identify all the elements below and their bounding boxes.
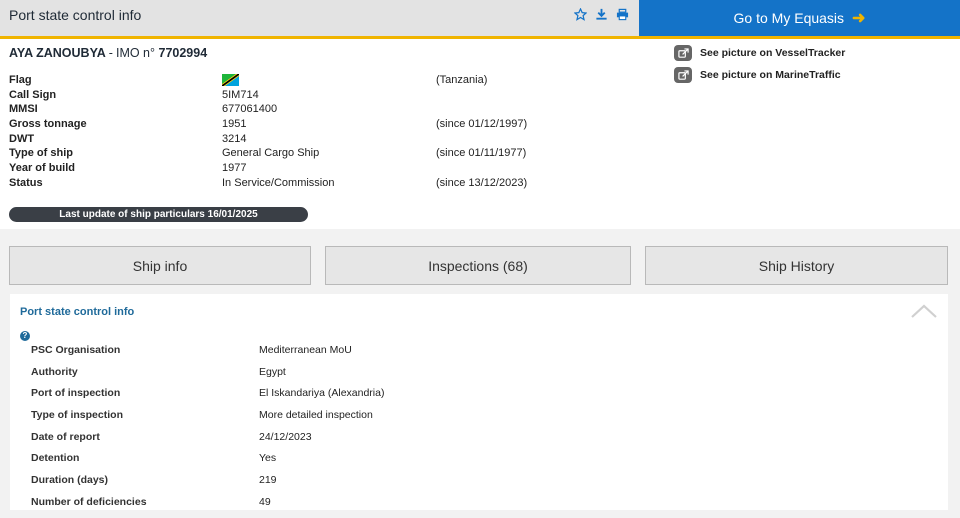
psc-label: Date of report	[31, 430, 100, 443]
psc-label: Duration (days)	[31, 474, 109, 487]
imo-number: 7702994	[158, 46, 208, 60]
detail-label: MMSI	[9, 103, 38, 116]
detail-value: 3214	[222, 132, 247, 145]
psc-label: Detention	[31, 452, 80, 465]
psc-value: 24/12/2023	[259, 430, 312, 443]
tanzania-flag-icon	[222, 74, 239, 87]
ship-name: AYA ZANOUBYA	[9, 46, 106, 60]
detail-label: DWT	[9, 132, 35, 145]
detail-label: Year of build	[9, 162, 76, 175]
psc-value: 49	[259, 495, 271, 508]
detail-since: (since 01/11/1977)	[436, 147, 527, 160]
detail-label: Status	[9, 176, 43, 189]
tab-inspections[interactable]: Inspections (68)	[325, 246, 631, 285]
psc-value: Egypt	[259, 365, 286, 378]
detail-value	[222, 74, 239, 87]
psc-label: Type of inspection	[31, 409, 123, 422]
psc-value: Mediterranean MoU	[259, 344, 352, 356]
go-to-my-equasis-label: Go to My Equasis	[733, 10, 845, 26]
external-link-icon	[674, 45, 692, 61]
last-update-badge: Last update of ship particulars 16/01/20…	[9, 207, 308, 222]
tab-ship-info[interactable]: Ship info	[9, 246, 311, 285]
external-pictures: See picture on VesselTracker See picture…	[674, 43, 845, 87]
psc-label: Authority	[31, 365, 78, 378]
psc-label: PSC Organisation	[31, 344, 121, 356]
detail-since: (Tanzania)	[436, 74, 488, 86]
psc-value: El Iskandariya (Alexandria)	[259, 387, 385, 400]
detail-value: General Cargo Ship	[222, 147, 320, 160]
download-icon[interactable]	[595, 8, 608, 21]
chevron-up-icon[interactable]	[911, 304, 937, 318]
detail-value: In Service/Commission	[222, 176, 335, 189]
go-to-my-equasis-button[interactable]: Go to My Equasis ➜	[639, 0, 960, 36]
external-link-icon	[674, 67, 692, 83]
toolbar-icons	[573, 7, 629, 21]
detail-since: (since 01/12/1997)	[436, 118, 528, 131]
detail-label: Call Sign	[9, 88, 57, 101]
star-icon[interactable]	[573, 7, 588, 21]
psc-value: 219	[259, 474, 277, 487]
psc-info-panel: Port state control info ? PSC Organisati…	[10, 294, 948, 510]
ship-particulars-card: AYA ZANOUBYA - IMO n° 7702994 See picture …	[0, 39, 960, 229]
detail-value: 677061400	[222, 103, 278, 116]
tab-ship-history[interactable]: Ship History	[645, 246, 948, 285]
print-icon[interactable]	[616, 8, 629, 21]
imo-label: IMO n°	[115, 46, 156, 60]
tab-bar: Ship info Inspections (68) Ship History	[0, 246, 960, 286]
ship-heading: AYA ZANOUBYA - IMO n° 7702994	[9, 46, 207, 60]
psc-label: Number of deficiencies	[31, 495, 147, 508]
arrow-right-icon: ➜	[852, 10, 866, 27]
marinetraffic-link[interactable]: See picture on MarineTraffic	[674, 65, 845, 85]
detail-value: 1951	[222, 118, 247, 131]
detail-label: Flag	[9, 74, 32, 86]
psc-value: More detailed inspection	[259, 409, 373, 422]
detail-label: Type of ship	[9, 147, 73, 160]
detail-value: 5IM714	[222, 88, 259, 101]
page-title: Port state control info	[9, 7, 142, 23]
psc-section-title: Port state control info	[20, 306, 135, 318]
detail-since: (since 13/12/2023)	[436, 176, 528, 189]
detail-value: 1977	[222, 162, 247, 175]
vesseltracker-link-label: See picture on VesselTracker	[700, 47, 846, 59]
psc-value: Yes	[259, 452, 277, 465]
vesseltracker-link[interactable]: See picture on VesselTracker	[674, 43, 845, 63]
marinetraffic-link-label: See picture on MarineTraffic	[700, 69, 841, 81]
detail-label: Gross tonnage	[9, 118, 87, 131]
psc-label: Port of inspection	[31, 387, 121, 400]
help-icon[interactable]: ?	[20, 331, 30, 341]
ship-heading-separator: -	[108, 46, 113, 60]
